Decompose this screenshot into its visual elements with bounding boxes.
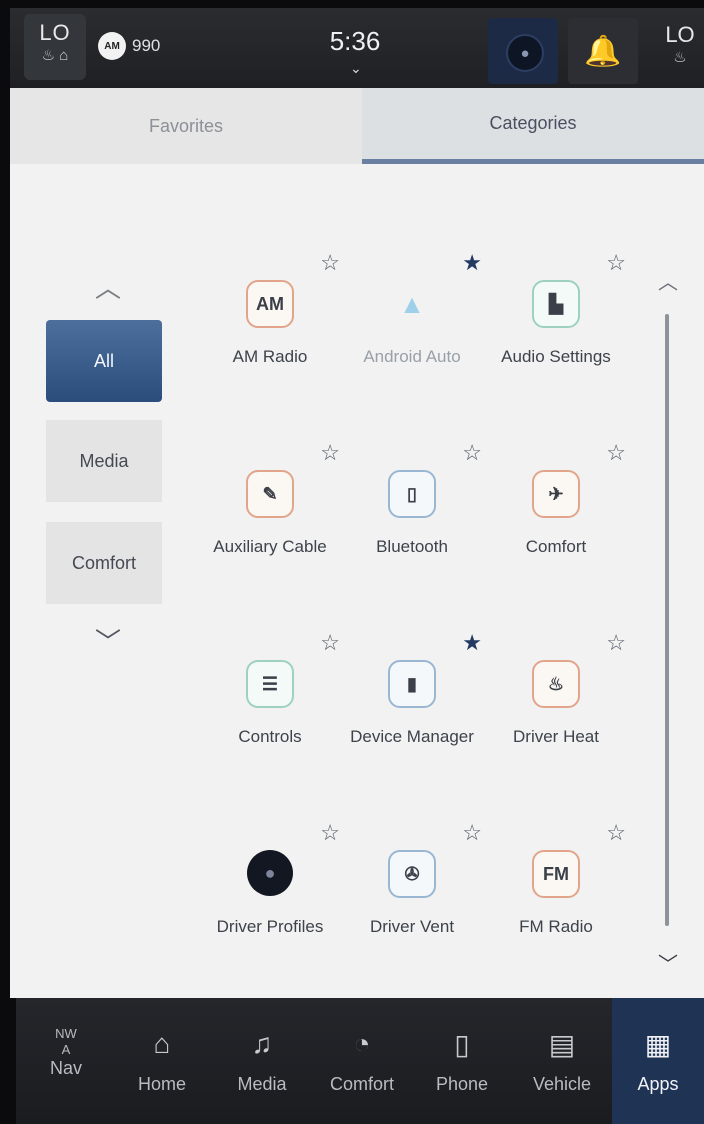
driver-temp-value: LO [39, 20, 71, 45]
aux-cable-icon: ✎ [246, 470, 294, 518]
bluetooth-icon: ▯ [388, 470, 436, 518]
favorite-star-icon[interactable]: ☆ [606, 820, 626, 846]
app-label: Bluetooth [376, 537, 448, 556]
vehicle-icon: ▤ [548, 1029, 576, 1060]
category-media-button[interactable]: Media [46, 420, 162, 502]
app-am-radio[interactable]: ☆ AM AM Radio [200, 250, 340, 420]
app-label: Driver Profiles [216, 917, 324, 936]
status-bar: LO ♨ ⌂ AM 990 5:36 ⌄ ● 🔔 LO ♨ [10, 8, 704, 88]
controls-icon: ☰ [246, 660, 294, 708]
category-scroll-down-icon[interactable]: ﹀ [88, 622, 128, 657]
nav-item-comfort[interactable]: ◔ Comfort [312, 998, 412, 1124]
app-fm-radio[interactable]: ☆ FM FM Radio [486, 820, 626, 990]
audio-settings-icon: ▙ [532, 280, 580, 328]
nav-item-apps[interactable]: ▦ Apps [612, 998, 704, 1124]
category-scroll-up-icon[interactable]: ︿ [88, 268, 128, 303]
app-audio-settings[interactable]: ☆ ▙ Audio Settings [486, 250, 626, 420]
clock[interactable]: 5:36 [325, 26, 385, 57]
category-all-button[interactable]: All [46, 320, 162, 402]
nav-label: Apps [637, 1074, 679, 1094]
passenger-seat-icon: ♨ [673, 49, 687, 66]
app-bluetooth[interactable]: ☆ ▯ Bluetooth [342, 440, 482, 610]
passenger-climate-button[interactable]: LO ♨ [656, 16, 704, 82]
fm-radio-icon: FM [532, 850, 580, 898]
driver-heat-icon: ♨ [532, 660, 580, 708]
app-label: Auxiliary Cable [213, 537, 327, 556]
nav-label: Nav [49, 1058, 82, 1078]
app-auxiliary-cable[interactable]: ☆ ✎ Auxiliary Cable [200, 440, 340, 610]
compass-heading: NW [55, 1026, 77, 1041]
app-label: Android Auto [363, 347, 461, 366]
apps-grid-icon: ▦ [644, 1029, 672, 1060]
favorite-star-icon[interactable]: ☆ [606, 630, 626, 656]
driver-profiles-icon: ● [247, 850, 293, 896]
profile-avatar-icon: ● [506, 34, 544, 72]
bottom-navigation: NW A Nav ⌂ Home ♫ Media ◔ Comfort ▯ Phone… [16, 998, 704, 1124]
tab-favorites[interactable]: Favorites [10, 88, 362, 164]
nav-label: Phone [435, 1074, 489, 1094]
app-comfort[interactable]: ☆ ✈ Comfort [486, 440, 626, 610]
tab-categories[interactable]: Categories [362, 88, 704, 164]
music-note-icon: ♫ [251, 1028, 273, 1059]
driver-climate-button[interactable]: LO ♨ ⌂ [24, 14, 86, 80]
nav-label: Comfort [329, 1074, 394, 1094]
nav-label: Vehicle [532, 1074, 592, 1094]
scrollbar[interactable] [665, 314, 669, 926]
favorite-star-icon[interactable]: ☆ [320, 250, 340, 276]
app-android-auto[interactable]: ★ ▲ Android Auto [342, 250, 482, 420]
nav-item-media[interactable]: ♫ Media [212, 998, 312, 1124]
compass-sub: A [61, 1042, 71, 1057]
app-label: Controls [238, 727, 302, 746]
app-device-manager[interactable]: ★ ▮ Device Manager [342, 630, 482, 800]
apps-content: Favorites Categories ︿ All Media Comfort… [10, 88, 704, 998]
favorite-star-filled-icon[interactable]: ★ [462, 250, 482, 276]
driver-vent-icon: ✇ [388, 850, 436, 898]
app-label: Device Manager [350, 727, 474, 746]
nav-label: Media [237, 1074, 287, 1094]
nav-item-vehicle[interactable]: ▤ Vehicle [512, 998, 612, 1124]
favorite-star-icon[interactable]: ☆ [320, 820, 340, 846]
favorite-star-icon[interactable]: ☆ [606, 250, 626, 276]
favorite-star-icon[interactable]: ☆ [606, 440, 626, 466]
favorite-star-icon[interactable]: ☆ [462, 440, 482, 466]
app-label: FM Radio [519, 917, 593, 936]
radio-band-badge: AM [98, 32, 126, 60]
nav-item-phone[interactable]: ▯ Phone [412, 998, 512, 1124]
driver-seat-icon: ♨ ⌂ [41, 47, 69, 64]
radio-frequency: 990 [132, 36, 161, 55]
app-label: Driver Vent [369, 917, 455, 936]
nav-item-nav[interactable]: NW A Nav [16, 998, 116, 1124]
app-label: Audio Settings [501, 347, 611, 366]
category-comfort-button[interactable]: Comfort [46, 522, 162, 604]
passenger-temp-value: LO [665, 22, 695, 47]
notification-bell-icon[interactable]: 🔔 [568, 18, 638, 84]
device-manager-icon: ▮ [388, 660, 436, 708]
app-driver-vent[interactable]: ☆ ✇ Driver Vent [342, 820, 482, 990]
app-driver-profiles[interactable]: ☆ ● Driver Profiles [200, 820, 340, 990]
nav-label: Home [137, 1074, 186, 1094]
android-auto-icon: ▲ [399, 288, 425, 319]
app-label: Comfort [525, 537, 587, 556]
favorite-star-icon[interactable]: ☆ [462, 820, 482, 846]
home-icon: ⌂ [153, 1028, 171, 1059]
now-playing[interactable]: AM 990 [98, 32, 160, 60]
compass-icon: NW A [16, 1026, 116, 1058]
nav-item-home[interactable]: ⌂ Home [112, 998, 212, 1124]
chevron-down-icon[interactable]: ⌄ [350, 60, 362, 77]
favorite-star-icon[interactable]: ☆ [320, 440, 340, 466]
seat-comfort-icon: ◔ [353, 1028, 371, 1059]
favorite-star-filled-icon[interactable]: ★ [462, 630, 482, 656]
am-radio-icon: AM [246, 280, 294, 328]
app-label: AM Radio [232, 347, 308, 366]
infotainment-screen: LO ♨ ⌂ AM 990 5:36 ⌄ ● 🔔 LO ♨ Favorites … [0, 0, 704, 1124]
comfort-icon: ✈ [532, 470, 580, 518]
chevron-up-icon[interactable]: ︿ [654, 266, 682, 294]
phone-icon: ▯ [454, 1029, 470, 1060]
app-label: Driver Heat [513, 727, 599, 746]
app-driver-heat[interactable]: ☆ ♨ Driver Heat [486, 630, 626, 800]
profile-button[interactable]: ● [488, 18, 558, 84]
app-controls[interactable]: ☆ ☰ Controls [200, 630, 340, 800]
favorite-star-icon[interactable]: ☆ [320, 630, 340, 656]
chevron-down-icon[interactable]: ﹀ [654, 948, 682, 976]
